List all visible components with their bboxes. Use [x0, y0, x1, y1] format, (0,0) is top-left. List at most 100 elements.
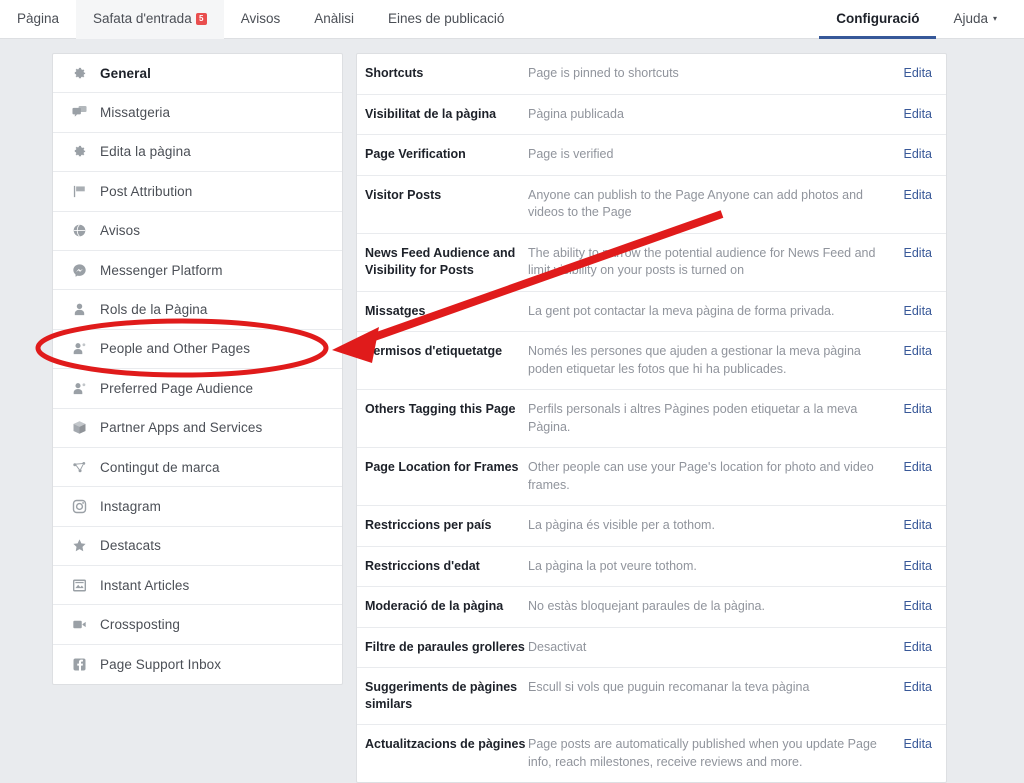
nav-tab-label: Pàgina	[17, 11, 60, 26]
sidebar-item-post-attribution[interactable]: Post Attribution	[53, 172, 342, 212]
settings-row-title: Restriccions d'edat	[365, 558, 480, 573]
nav-tab-avisos[interactable]: Avisos	[224, 0, 298, 39]
article-icon	[69, 577, 89, 593]
edit-link[interactable]: Edita	[892, 598, 933, 615]
general-settings-list: Shortcuts Page is pinned to shortcuts Edit…	[356, 53, 947, 783]
sidebar-item-instagram[interactable]: Instagram	[53, 487, 342, 527]
edit-link[interactable]: Edita	[892, 679, 933, 696]
sidebar-item-rols-de-la-p-gina[interactable]: Rols de la Pàgina	[53, 290, 342, 330]
edit-link[interactable]: Edita	[892, 343, 933, 360]
edit-link[interactable]: Edita	[892, 65, 933, 82]
edit-link[interactable]: Edita	[892, 303, 933, 320]
settings-row: Filtre de paraules grolleres Desactivat Ed…	[357, 628, 946, 668]
box-icon	[69, 420, 89, 436]
sidebar-item-instant-articles[interactable]: Instant Articles	[53, 566, 342, 606]
settings-row-description: Anyone can publish to the Page Anyone ca…	[528, 187, 863, 220]
settings-row-title: News Feed Audience and Visibility for Po…	[365, 245, 516, 277]
edit-link[interactable]: Edita	[892, 187, 933, 204]
edit-link[interactable]: Edita	[892, 459, 933, 476]
settings-row-title: Moderació de la pàgina	[365, 599, 504, 613]
settings-row: Others Tagging this Page Perfils personal…	[357, 390, 946, 448]
nav-tab-configuraci[interactable]: Configuració	[819, 0, 937, 39]
sidebar-item-label: Instagram	[100, 498, 161, 514]
person-icon	[69, 302, 89, 318]
edit-link[interactable]: Edita	[892, 558, 933, 575]
edit-link[interactable]: Edita	[892, 401, 933, 418]
settings-row-title: Visitor Posts	[365, 187, 442, 202]
settings-row: Visitor Posts Anyone can publish to the P…	[357, 176, 946, 234]
sidebar-item-label: Avisos	[100, 223, 141, 239]
sidebar-item-contingut-de-marca[interactable]: Contingut de marca	[53, 448, 342, 488]
sidebar-item-label: Preferred Page Audience	[100, 380, 254, 396]
settings-row-title: Shortcuts	[365, 66, 424, 80]
settings-row-description: Pàgina publicada	[528, 106, 624, 121]
sidebar-item-destacats[interactable]: Destacats	[53, 527, 342, 567]
sidebar-item-people-and-other-pages[interactable]: People and Other Pages	[53, 330, 342, 370]
edit-link[interactable]: Edita	[892, 146, 933, 163]
settings-row-description: Page is pinned to shortcuts	[528, 66, 679, 80]
unread-count-badge: 5	[195, 13, 207, 25]
settings-row-title: Actualitzacions de pàgines	[365, 737, 526, 751]
settings-row-description: Other people can use your Page's locatio…	[528, 460, 874, 492]
sidebar-item-label: Destacats	[100, 538, 161, 554]
nav-right-group: Configuració Ajuda ▾	[819, 0, 1014, 39]
sidebar-item-preferred-page-audience[interactable]: Preferred Page Audience	[53, 369, 342, 409]
settings-row-description: Page posts are automatically published w…	[528, 737, 877, 769]
sidebar-item-general[interactable]: General	[53, 54, 342, 94]
gear-icon	[69, 144, 89, 160]
settings-row: Restriccions per país La pàgina és visibl…	[357, 506, 946, 547]
globe-icon	[69, 223, 89, 239]
sidebar-item-label: Page Support Inbox	[100, 657, 222, 673]
settings-row: Page Location for Frames Other people can…	[357, 448, 946, 506]
nav-tab-label: Ajuda	[953, 11, 988, 26]
settings-row: Page Verification Page is verified Edita	[357, 135, 946, 176]
edit-link[interactable]: Edita	[892, 736, 933, 753]
nav-tab-an-lisi[interactable]: Anàlisi	[297, 0, 371, 39]
settings-row-description: Només les persones que ajuden a gestiona…	[528, 344, 861, 376]
edit-link[interactable]: Edita	[892, 639, 933, 656]
settings-row: Moderació de la pàgina No estàs bloquejan…	[357, 587, 946, 628]
sidebar-item-crossposting[interactable]: Crossposting	[53, 605, 342, 645]
sidebar-item-label: People and Other Pages	[100, 341, 251, 357]
nav-tab-eines-de-publicaci[interactable]: Eines de publicació	[371, 0, 521, 39]
edit-link[interactable]: Edita	[892, 517, 933, 534]
sidebar-item-edita-la-p-gina[interactable]: Edita la pàgina	[53, 133, 342, 173]
settings-row-description: The ability to narrow the potential audi…	[528, 245, 876, 278]
nav-tab-p-gina[interactable]: Pàgina	[0, 0, 76, 39]
sidebar-item-missatgeria[interactable]: Missatgeria	[53, 93, 342, 133]
active-tab-underline	[819, 36, 937, 39]
settings-row-title: Page Location for Frames	[365, 460, 519, 474]
sidebar-item-label: Missatgeria	[100, 105, 171, 121]
nav-tab-safata-d-entrada[interactable]: Safata d'entrada 5	[76, 0, 224, 39]
flag-icon	[69, 183, 89, 199]
sidebar-item-label: Contingut de marca	[100, 459, 220, 475]
nav-tab-label: Eines de publicació	[388, 11, 505, 26]
settings-row: Actualitzacions de pàgines Page posts are…	[357, 725, 946, 782]
sidebar-item-messenger-platform[interactable]: Messenger Platform	[53, 251, 342, 291]
nav-tab-label: Safata d'entrada	[93, 11, 192, 26]
settings-row: News Feed Audience and Visibility for Po…	[357, 234, 946, 292]
sidebar-item-label: Edita la pàgina	[100, 144, 191, 160]
settings-row-description: La pàgina és visible per a tothom.	[528, 518, 715, 532]
settings-row-title: Visibilitat de la pàgina	[365, 106, 497, 121]
settings-row: Permisos d'etiquetatge Només les persones…	[357, 332, 946, 390]
settings-row-description: Perfils personals i altres Pàgines poden…	[528, 402, 858, 434]
edit-link[interactable]: Edita	[892, 106, 933, 123]
nav-tab-label: Configuració	[836, 11, 920, 26]
sidebar-item-page-support-inbox[interactable]: Page Support Inbox	[53, 645, 342, 684]
nav-tab-ajuda[interactable]: Ajuda ▾	[936, 0, 1014, 39]
settings-row-description: La gent pot contactar la meva pàgina de …	[528, 303, 835, 318]
star-icon	[69, 538, 89, 554]
sidebar-item-label: Instant Articles	[100, 577, 190, 593]
edit-link[interactable]: Edita	[892, 245, 933, 262]
sidebar-item-partner-apps-and-services[interactable]: Partner Apps and Services	[53, 409, 342, 448]
settings-row-description: Page is verified	[528, 147, 614, 161]
sidebar-item-avisos[interactable]: Avisos	[53, 212, 342, 251]
facebook-icon	[69, 657, 89, 673]
settings-row-title: Permisos d'etiquetatge	[365, 344, 503, 358]
settings-row: Suggeriments de pàgines similars Escull s…	[357, 668, 946, 725]
settings-row-title: Restriccions per país	[365, 518, 492, 532]
settings-row-title: Suggeriments de pàgines similars	[365, 680, 518, 711]
sidebar-item-label: Post Attribution	[100, 183, 193, 199]
person-star-icon	[69, 380, 89, 396]
